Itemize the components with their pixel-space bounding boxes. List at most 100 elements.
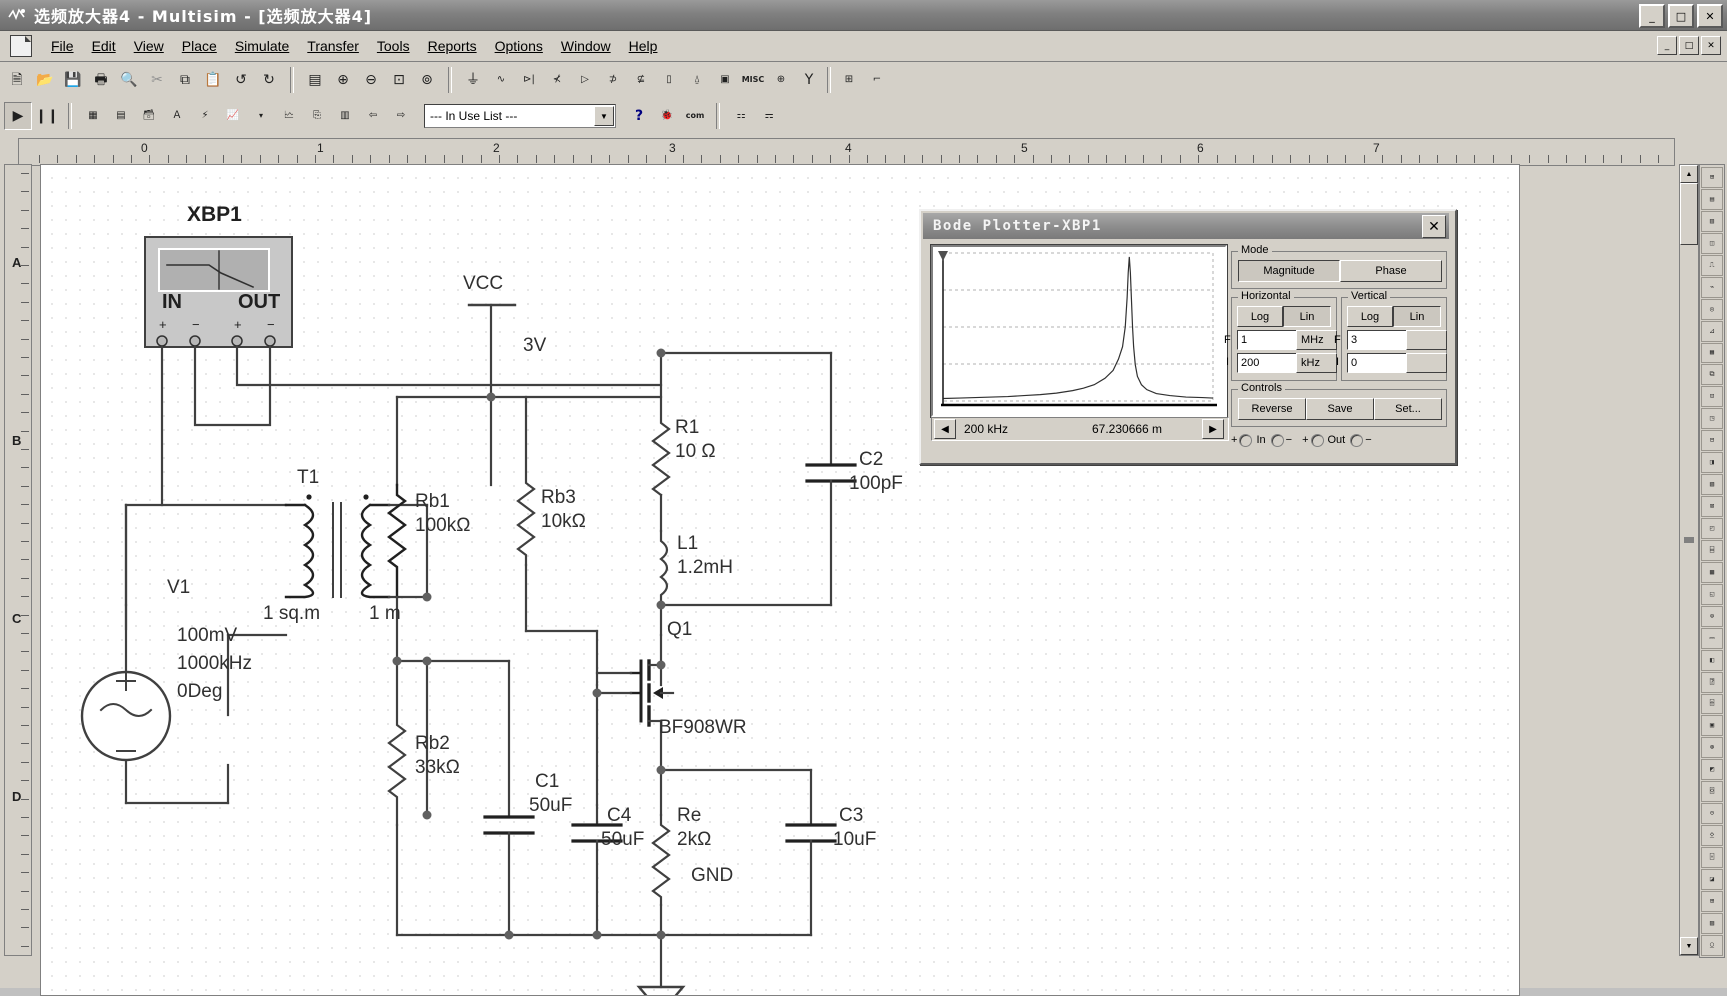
list-view-b-icon[interactable]: ⚎ bbox=[756, 103, 782, 129]
instrument-button-9[interactable]: ⧉ bbox=[1701, 364, 1723, 385]
hierarchical-block-icon[interactable]: ⊞ bbox=[836, 67, 862, 93]
vertical-scrollbar[interactable]: ▲ ▼ bbox=[1679, 164, 1699, 956]
horizontal-f-unit[interactable]: MHz bbox=[1296, 330, 1337, 350]
postprocessor-icon[interactable]: 📈 bbox=[220, 103, 246, 129]
vertical-f-unit[interactable] bbox=[1406, 330, 1447, 350]
instrument-button-28[interactable]: ⌺ bbox=[1701, 781, 1723, 802]
instrument-button-16[interactable]: ◰ bbox=[1701, 518, 1723, 539]
instrument-button-2[interactable]: ▥ bbox=[1701, 211, 1723, 232]
instrument-button-13[interactable]: ◨ bbox=[1701, 452, 1723, 473]
instrument-button-20[interactable]: ⊜ bbox=[1701, 606, 1723, 627]
dropdown-arrow-icon[interactable]: ▾ bbox=[248, 103, 274, 129]
bus-icon[interactable]: ⌐ bbox=[864, 67, 890, 93]
menu-edit[interactable]: Edit bbox=[83, 35, 125, 57]
horizontal-i-unit[interactable]: kHz bbox=[1296, 353, 1337, 373]
save-file-icon[interactable]: 💾 bbox=[60, 67, 86, 93]
goto-web-icon[interactable]: com bbox=[682, 103, 708, 129]
open-file-icon[interactable]: 📂 bbox=[32, 67, 58, 93]
scrollbar-thumb[interactable] bbox=[1680, 183, 1698, 245]
menu-tools[interactable]: Tools bbox=[368, 35, 419, 57]
help-icon[interactable]: ? bbox=[626, 103, 652, 129]
pause-simulation-icon[interactable]: ❙❙ bbox=[34, 103, 60, 129]
cursor-right-button[interactable]: ▶ bbox=[1202, 419, 1224, 439]
instrument-button-35[interactable]: ⍜ bbox=[1701, 935, 1723, 956]
instrument-button-18[interactable]: ▩ bbox=[1701, 562, 1723, 583]
maximize-button[interactable]: □ bbox=[1668, 4, 1694, 28]
capture-screen-icon[interactable]: ⎘ bbox=[304, 103, 330, 129]
forward-annotate-icon[interactable]: ⇦ bbox=[360, 103, 386, 129]
out-plus-radio[interactable] bbox=[1311, 434, 1324, 447]
menu-simulate[interactable]: Simulate bbox=[226, 35, 298, 57]
zoom-fit-icon[interactable]: ⊚ bbox=[414, 67, 440, 93]
minimize-button[interactable]: _ bbox=[1639, 4, 1665, 28]
mixed-group-icon[interactable]: ⍙ bbox=[684, 67, 710, 93]
analog-group-icon[interactable]: ▷ bbox=[572, 67, 598, 93]
new-file-icon[interactable]: 🗎 bbox=[4, 67, 30, 93]
instrument-button-30[interactable]: ⍚ bbox=[1701, 825, 1723, 846]
horizontal-log-button[interactable]: Log bbox=[1237, 306, 1283, 327]
reverse-button[interactable]: Reverse bbox=[1238, 398, 1306, 420]
spreadsheet-view-icon[interactable]: ▤ bbox=[108, 103, 134, 129]
mdi-maximize-button[interactable]: □ bbox=[1679, 36, 1699, 55]
chevron-down-icon[interactable]: ▼ bbox=[594, 106, 614, 126]
in-use-next-icon[interactable]: ⇨ bbox=[388, 103, 414, 129]
cursor-left-button[interactable]: ◀ bbox=[934, 419, 956, 439]
print-icon[interactable]: 🖶 bbox=[88, 67, 114, 93]
vertical-f-input[interactable]: 3 bbox=[1347, 330, 1410, 350]
zoom-area-icon[interactable]: ⊡ bbox=[386, 67, 412, 93]
in-plus-radio[interactable] bbox=[1239, 434, 1252, 447]
zoom-out-icon[interactable]: ⊖ bbox=[358, 67, 384, 93]
out-minus-radio[interactable] bbox=[1350, 434, 1363, 447]
menu-window[interactable]: Window bbox=[552, 35, 620, 57]
save-button[interactable]: Save bbox=[1306, 398, 1374, 420]
in-use-list-dropdown[interactable]: --- In Use List --- ▼ bbox=[424, 104, 616, 128]
instrument-button-3[interactable]: ◫ bbox=[1701, 233, 1723, 254]
instrument-button-33[interactable]: ⊞ bbox=[1701, 891, 1723, 912]
horizontal-f-input[interactable]: 1 bbox=[1237, 330, 1300, 350]
horizontal-i-input[interactable]: 200 bbox=[1237, 353, 1300, 373]
instrument-button-17[interactable]: ⌸ bbox=[1701, 540, 1723, 561]
vertical-i-input[interactable]: 0 bbox=[1347, 353, 1410, 373]
copy-icon[interactable]: ⧉ bbox=[172, 67, 198, 93]
toggle-fullscreen-icon[interactable]: ▤ bbox=[302, 67, 328, 93]
menu-transfer[interactable]: Transfer bbox=[298, 35, 368, 57]
back-annotate-icon[interactable]: ▥ bbox=[332, 103, 358, 129]
close-button[interactable]: ✕ bbox=[1697, 4, 1723, 28]
menu-view[interactable]: View bbox=[125, 35, 173, 57]
diode-group-icon[interactable]: ⊳| bbox=[516, 67, 542, 93]
instrument-button-29[interactable]: ⊝ bbox=[1701, 803, 1723, 824]
instrument-button-19[interactable]: ◱ bbox=[1701, 584, 1723, 605]
instrument-button-24[interactable]: ⌹ bbox=[1701, 694, 1723, 715]
instrument-button-12[interactable]: ⊟ bbox=[1701, 430, 1723, 451]
undo-icon[interactable]: ↺ bbox=[228, 67, 254, 93]
run-analysis-icon[interactable]: ⚡ bbox=[192, 103, 218, 129]
source-group-icon[interactable]: ⏚ bbox=[460, 67, 486, 93]
phase-button[interactable]: Phase bbox=[1340, 260, 1442, 282]
instrument-button-31[interactable]: ⌻ bbox=[1701, 847, 1723, 868]
print-preview-icon[interactable]: 🔍 bbox=[116, 67, 142, 93]
instrument-button-10[interactable]: ⊡ bbox=[1701, 386, 1723, 407]
bode-plot-area[interactable] bbox=[931, 245, 1227, 417]
schematic-canvas[interactable]: XBP1 IN OUT + − + − VCC 3V R1 10 Ω C2 10… bbox=[40, 164, 1520, 996]
bode-plotter-title-bar[interactable]: Bode Plotter-XBP1 ✕ bbox=[923, 213, 1449, 239]
instrument-button-6[interactable]: ◎ bbox=[1701, 299, 1723, 320]
graphs-icon[interactable]: 🗠 bbox=[276, 103, 302, 129]
close-icon[interactable]: ✕ bbox=[1422, 215, 1446, 238]
menu-reports[interactable]: Reports bbox=[419, 35, 486, 57]
magnitude-button[interactable]: Magnitude bbox=[1238, 260, 1340, 282]
mdi-close-button[interactable]: ✕ bbox=[1701, 36, 1721, 55]
multisim-help-icon[interactable]: 🐞 bbox=[654, 103, 680, 129]
instrument-button-23[interactable]: ⍰ bbox=[1701, 672, 1723, 693]
misc-digital-group-icon[interactable]: ▯ bbox=[656, 67, 682, 93]
vertical-lin-button[interactable]: Lin bbox=[1393, 306, 1441, 327]
instrument-button-4[interactable]: ⎍ bbox=[1701, 255, 1723, 276]
database-icon[interactable]: 🗃 bbox=[136, 103, 162, 129]
scroll-up-button[interactable]: ▲ bbox=[1680, 165, 1698, 183]
horizontal-lin-button[interactable]: Lin bbox=[1283, 306, 1331, 327]
instrument-button-0[interactable]: ⊞ bbox=[1701, 167, 1723, 188]
cmos-group-icon[interactable]: ⊈ bbox=[628, 67, 654, 93]
design-toolbox-icon[interactable]: ▦ bbox=[80, 103, 106, 129]
instrument-button-25[interactable]: ▣ bbox=[1701, 715, 1723, 736]
electromechanical-group-icon[interactable]: Y bbox=[796, 67, 822, 93]
mdi-restore-button[interactable]: _ bbox=[1657, 36, 1677, 55]
